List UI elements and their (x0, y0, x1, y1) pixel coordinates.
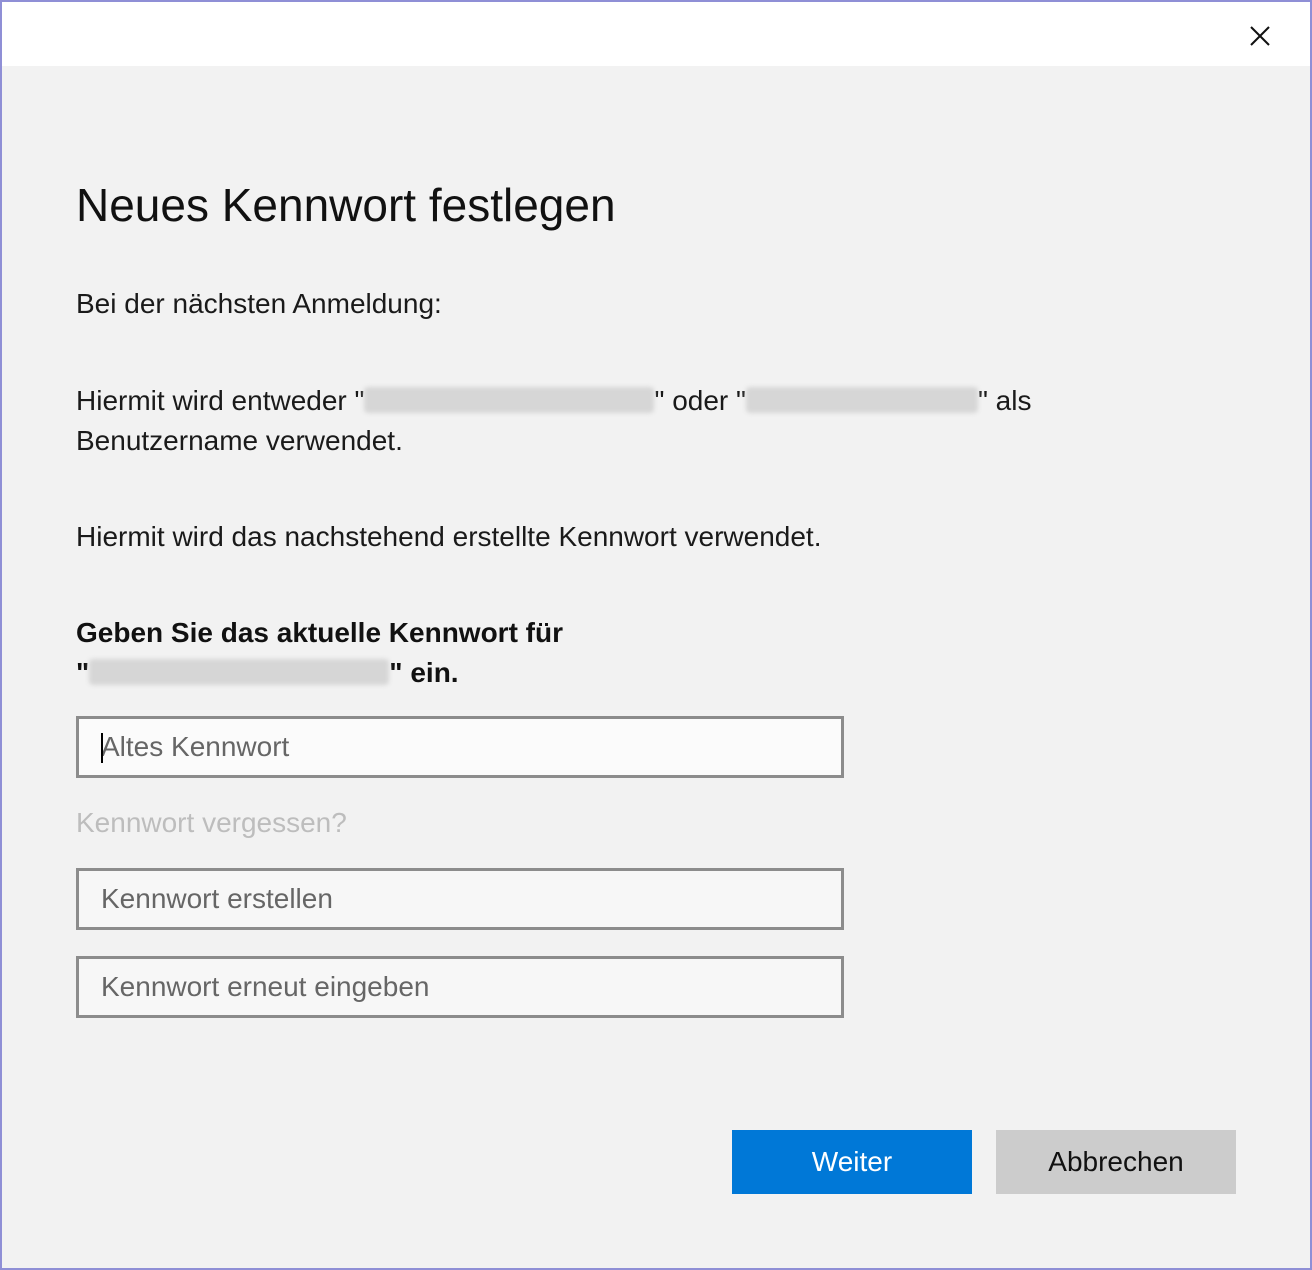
dialog-window: Neues Kennwort festlegen Bei der nächste… (0, 0, 1312, 1270)
username-text-part2: " oder " (654, 385, 746, 416)
username-text-part4: Benutzername verwendet. (76, 425, 403, 456)
confirm-password-field[interactable] (76, 956, 844, 1018)
forgot-password-link[interactable]: Kennwort vergessen? (76, 807, 347, 839)
close-icon (1250, 26, 1270, 46)
current-password-prompt: Geben Sie das aktuelle Kennwort für " " e… (76, 613, 563, 693)
prompt-line2-end: " ein. (389, 657, 459, 688)
username-text-part3: " als (977, 385, 1032, 416)
prompt-line1: Geben Sie das aktuelle Kennwort für (76, 617, 564, 648)
title-bar (2, 2, 1310, 66)
new-password-field[interactable] (76, 868, 844, 930)
redacted-username (745, 387, 978, 413)
confirm-password-input[interactable] (79, 959, 841, 1015)
redacted-account (89, 659, 390, 685)
close-button[interactable] (1238, 16, 1282, 56)
new-password-input[interactable] (79, 871, 841, 927)
password-info: Hiermit wird das nachstehend erstellte K… (76, 521, 822, 552)
dialog-title: Neues Kennwort festlegen (76, 179, 616, 231)
text-caret (101, 733, 103, 763)
old-password-field[interactable] (76, 716, 844, 778)
next-login-text: Bei der nächsten Anmeldung: (76, 288, 442, 319)
username-text-part1: Hiermit wird entweder " (76, 385, 365, 416)
prompt-line2-start: " (76, 657, 90, 688)
username-info: Hiermit wird entweder " " oder " " als Ben… (76, 381, 1031, 461)
old-password-input[interactable] (79, 719, 841, 775)
redacted-email (364, 387, 655, 413)
cancel-button[interactable]: Abbrechen (996, 1130, 1236, 1194)
next-button[interactable]: Weiter (732, 1130, 972, 1194)
